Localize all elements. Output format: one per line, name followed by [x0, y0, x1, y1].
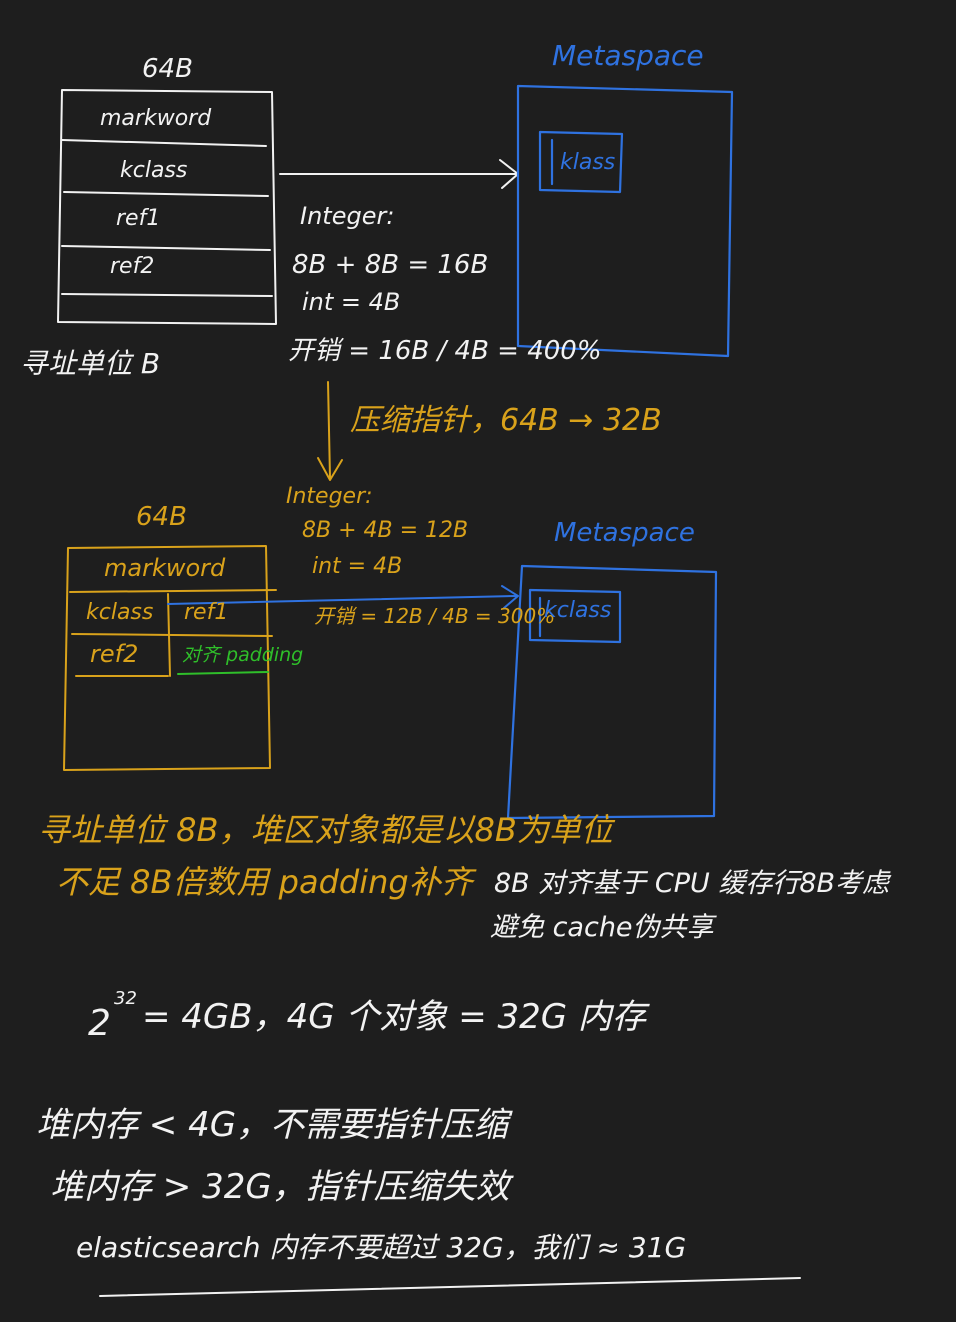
heap-over-32g-note: 堆内存 > 32G，指针压缩失效	[50, 1167, 510, 1207]
top-integer-line-4: 开销 = 16B / 4B = 400%	[288, 336, 602, 366]
top-metaspace-box	[516, 84, 734, 358]
top-metaspace-klass: klass	[560, 150, 616, 175]
bottom-metaspace-title: Metaspace	[554, 518, 695, 548]
top-integer-line-1: Integer:	[300, 202, 395, 230]
compression-note: 压缩指针，64B → 32B	[350, 403, 662, 438]
bottom-integer-line-4: 开销 = 12B / 4B = 300%	[314, 604, 556, 628]
formula-rest: = 4GB，4G 个对象 = 32G 内存	[142, 997, 646, 1037]
bottom-field-kclass: kclass	[86, 600, 154, 625]
cache-line-note-1: 8B 对齐基于 CPU 缓存行8B考虑	[494, 868, 890, 899]
bottom-integer-line-1: Integer:	[286, 484, 373, 509]
top-field-kclass: kclass	[120, 158, 188, 183]
bottom-field-markword: markword	[104, 554, 226, 582]
compression-arrow	[317, 381, 343, 481]
bottom-integer-line-3: int = 4B	[312, 554, 403, 579]
addressing-unit-note: 寻址单位 B	[20, 347, 161, 380]
top-field-ref1: ref1	[116, 206, 161, 231]
bottom-field-ref1: ref1	[184, 600, 229, 625]
top-metaspace-title: Metaspace	[552, 39, 704, 72]
cache-line-note-2: 避免 cache伪共享	[490, 912, 714, 943]
bottom-field-padding: 对齐 padding	[182, 644, 304, 666]
top-integer-line-3: int = 4B	[302, 288, 401, 316]
padding-underline	[177, 671, 269, 675]
bottom-integer-line-2: 8B + 4B = 12B	[302, 518, 469, 543]
bottom-field-ref2: ref2	[90, 640, 139, 668]
alignment-note-1: 寻址单位 8B，堆区对象都是以8B为单位	[38, 811, 613, 849]
bottom-metaspace-klass: kclass	[544, 598, 612, 623]
top-klass-pointer-arrow	[279, 159, 519, 189]
bottom-object-size-label: 64B	[136, 502, 187, 532]
top-field-ref2: ref2	[110, 254, 155, 279]
formula-exponent: 32	[114, 988, 137, 1009]
formula-base: 2	[88, 1003, 111, 1044]
top-integer-line-2: 8B + 8B = 16B	[292, 250, 489, 280]
es-underline	[99, 1277, 801, 1297]
heap-under-4g-note: 堆内存 < 4G，不需要指针压缩	[36, 1105, 509, 1145]
alignment-note-2: 不足 8B倍数用 padding补齐	[56, 863, 473, 901]
top-object-size-label: 64B	[142, 54, 193, 84]
elasticsearch-note: elasticsearch 内存不要超过 32G，我们 ≈ 31G	[76, 1231, 687, 1264]
top-field-markword: markword	[100, 106, 212, 131]
